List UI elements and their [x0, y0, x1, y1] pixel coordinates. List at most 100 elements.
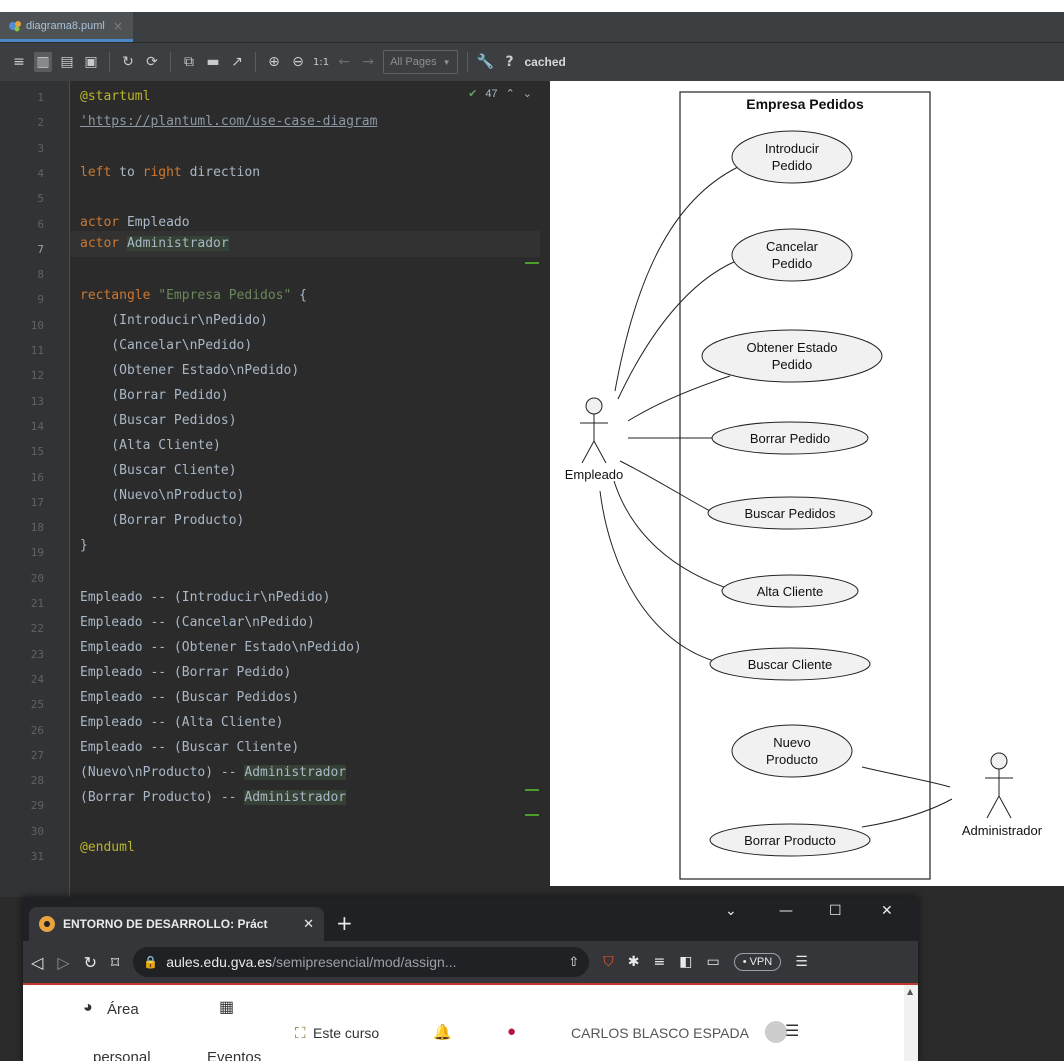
nav-area-personal-line2[interactable]: personal: [93, 1049, 151, 1061]
line-number: 26: [30, 723, 44, 737]
usecase-borrar-producto-label: Borrar Producto: [744, 833, 836, 848]
copy-icon[interactable]: ⧉: [180, 52, 198, 72]
line-number: 14: [30, 419, 44, 433]
code-editor[interactable]: ✔ 47 ⌃ ⌄ @startuml 'https://plantuml.com…: [70, 81, 540, 897]
usecase-buscar-pedidos-label: Buscar Pedidos: [744, 506, 836, 521]
wallet-icon[interactable]: ▭: [706, 954, 719, 970]
zoom-out-icon[interactable]: ⊖: [289, 52, 307, 72]
gutter-marker: [525, 789, 539, 791]
address-bar[interactable]: 🔒 aules.edu.gva.es/semipresencial/mod/as…: [133, 947, 590, 977]
brave-shield-icon[interactable]: ⛉: [603, 954, 614, 970]
gutter-marker: [525, 814, 539, 816]
line-number: 8: [37, 268, 44, 282]
line-number: 25: [30, 698, 44, 712]
calendar-icon: ▦: [219, 999, 235, 1016]
code-line-16: (Buscar Cliente): [80, 463, 237, 478]
maximize-icon[interactable]: ☐: [829, 903, 842, 919]
extensions-icon[interactable]: ✱: [628, 954, 640, 970]
line-number: 4: [37, 166, 44, 180]
preview-only-icon[interactable]: ▤: [58, 52, 76, 72]
line-number: 6: [37, 217, 44, 231]
usecase-alta-cliente-label: Alta Cliente: [757, 584, 823, 599]
code-line-31: @enduml: [80, 840, 135, 855]
code-line-14: (Buscar Pedidos): [80, 413, 237, 428]
code-line-9: rectangle "Empresa Pedidos" {: [80, 288, 307, 303]
inspection-widget[interactable]: ✔ 47 ⌃ ⌄: [468, 87, 532, 101]
diagram-preview: Empresa Pedidos Empleado Administrador I…: [550, 81, 1064, 886]
line-number: 24: [30, 672, 44, 686]
file-tab[interactable]: diagrama8.puml ×: [0, 12, 133, 42]
messages-icon[interactable]: ●: [507, 1023, 516, 1040]
usecase-borrar-pedido-label: Borrar Pedido: [750, 431, 830, 446]
lock-icon: 🔒: [143, 955, 159, 969]
line-number: 23: [30, 647, 44, 661]
browser-tab[interactable]: ENTORNO DE DESARROLLO: Práct ✕: [29, 907, 324, 941]
zoom-reset-button[interactable]: 1:1: [313, 52, 329, 72]
next-page-icon[interactable]: →: [359, 52, 377, 72]
split-view-icon[interactable]: ▥: [34, 52, 52, 72]
refresh-icon[interactable]: ↻: [119, 52, 137, 72]
line-number: 28: [30, 774, 44, 788]
line-number: 10: [30, 318, 44, 332]
save-icon[interactable]: ▬: [204, 52, 222, 72]
usecase-cancelar-pedido: [731, 228, 853, 282]
web-page: ◕ Área personal ▦ Eventos ⛶ Este curso 🔔…: [23, 983, 918, 1061]
editor-only-icon[interactable]: ≡: [10, 52, 28, 72]
prev-page-icon[interactable]: ←: [335, 52, 353, 72]
bookmark-icon[interactable]: ⌑: [111, 953, 119, 972]
line-number: 7: [37, 242, 44, 256]
browser-tab-title: ENTORNO DE DESARROLLO: Práct: [63, 917, 268, 931]
playlist-icon[interactable]: ≡: [653, 954, 665, 970]
sidebar-icon[interactable]: ◧: [679, 954, 692, 970]
vpn-button[interactable]: • VPN: [733, 953, 782, 971]
nav-eventos[interactable]: Eventos: [207, 1049, 261, 1061]
tab-search-chevron-icon[interactable]: ⌄: [725, 903, 737, 919]
code-line-11: (Cancelar\nPedido): [80, 338, 253, 353]
back-icon[interactable]: ◁: [31, 953, 43, 972]
close-window-icon[interactable]: ✕: [881, 903, 893, 919]
nav-area-personal[interactable]: Área: [107, 1001, 139, 1018]
minimize-icon[interactable]: —: [779, 903, 793, 919]
pages-select[interactable]: All Pages ▼: [383, 50, 458, 74]
code-line-19: }: [80, 538, 88, 553]
use-case-diagram: Empresa Pedidos Empleado Administrador I…: [565, 91, 1043, 880]
menu-icon[interactable]: ☰: [795, 954, 808, 970]
moodle-favicon-icon: [39, 916, 55, 932]
code-line-15: (Alta Cliente): [80, 438, 221, 453]
zoom-in-icon[interactable]: ⊕: [265, 52, 283, 72]
chevron-up-icon[interactable]: ⌃: [506, 87, 515, 100]
new-tab-button[interactable]: +: [336, 911, 353, 935]
usecase-buscar-cliente-label: Buscar Cliente: [748, 657, 833, 672]
inspection-count: 47: [485, 87, 498, 100]
avatar[interactable]: [765, 1021, 787, 1043]
toolbar-separator: [255, 52, 256, 72]
reload-icon[interactable]: ⟳: [143, 52, 161, 72]
code-line-10: (Introducir\nPedido): [80, 313, 268, 328]
reload-icon[interactable]: ↻: [84, 953, 97, 972]
close-tab-icon[interactable]: ✕: [303, 917, 314, 932]
puml-file-icon: [9, 20, 21, 31]
forward-icon[interactable]: ▷: [57, 953, 69, 972]
usecase-cancelar-line2: Pedido: [772, 256, 812, 271]
share-icon[interactable]: ⇧: [568, 955, 579, 970]
image-icon[interactable]: ▣: [82, 52, 100, 72]
check-icon: ✔: [468, 88, 478, 100]
notifications-bell-icon[interactable]: 🔔: [433, 1023, 452, 1041]
nav-este-curso[interactable]: Este curso: [313, 1025, 379, 1041]
code-line-6: actor Empleado: [80, 215, 190, 230]
user-menu-icon[interactable]: ☰: [785, 1021, 799, 1041]
code-line-1: @startuml: [80, 89, 151, 104]
page-scrollbar[interactable]: ▲: [904, 985, 918, 1061]
close-tab-icon[interactable]: ×: [113, 19, 123, 33]
actor-administrador-figure: [985, 752, 1013, 819]
line-number: 11: [30, 344, 44, 357]
line-number: 13: [30, 394, 44, 408]
help-button[interactable]: ?: [501, 52, 519, 72]
user-name[interactable]: CARLOS BLASCO ESPADA: [571, 1025, 749, 1041]
wrench-icon[interactable]: 🔧: [477, 52, 495, 72]
code-line-21: Empleado -- (Introducir\nPedido): [80, 590, 331, 605]
usecase-cancelar-line1: Cancelar: [766, 239, 819, 254]
status-label: cached: [524, 55, 566, 69]
chevron-down-icon[interactable]: ⌄: [523, 87, 532, 100]
external-open-icon[interactable]: ↗: [228, 52, 246, 72]
